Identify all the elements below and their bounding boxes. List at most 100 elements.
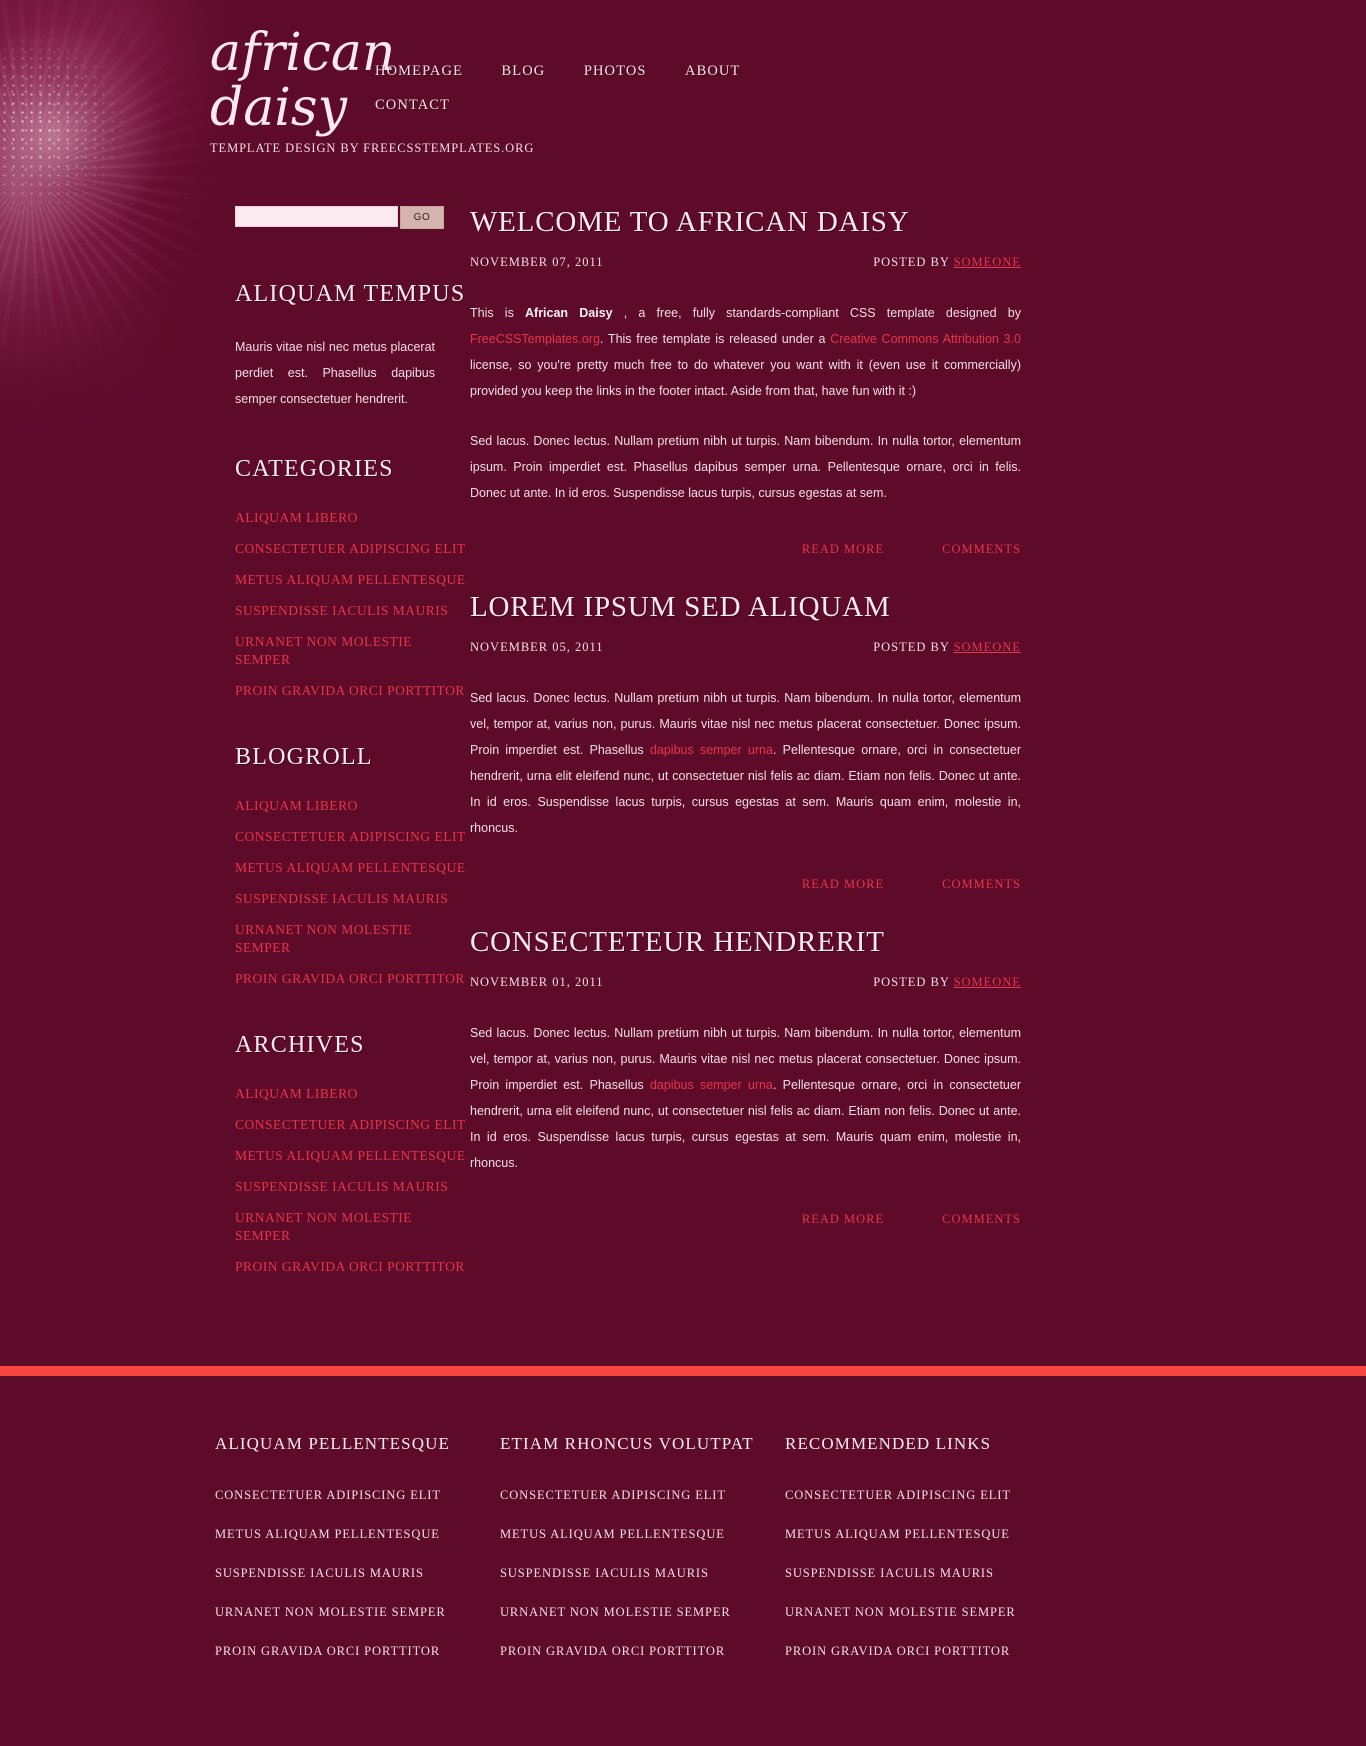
footer-link[interactable]: Consectetuer adipiscing elit [215,1488,441,1502]
footer-link[interactable]: Suspendisse iaculis mauris [785,1566,994,1580]
post-meta: November 07, 2011 Posted by Someone [470,255,1021,270]
footer-link[interactable]: Proin gravida orci porttitor [215,1644,440,1658]
blogroll-link[interactable]: Proin gravida orci porttitor [235,971,465,986]
footer-link[interactable]: Suspendisse iaculis mauris [500,1566,709,1580]
footer-heading: Aliquam Pellentesque [215,1434,450,1454]
list-item: Aliquam libero [235,509,470,527]
list-item: Metus aliquam pellentesque [235,859,470,877]
main-content: Welcome to African Daisy November 07, 20… [470,206,1366,1320]
list-item: Aliquam libero [235,797,470,815]
footer-link[interactable]: Suspendisse iaculis mauris [215,1566,424,1580]
site-logo[interactable]: african daisy [210,26,395,135]
footer-link[interactable]: Metus aliquam pellentesque [215,1527,440,1541]
footer-link[interactable]: Proin gravida orci porttitor [785,1644,1010,1658]
archive-link[interactable]: Suspendisse iaculis mauris [235,1179,448,1194]
comments-link[interactable]: Comments [942,1212,1021,1227]
footer-link-list: Consectetuer adipiscing elit Metus aliqu… [215,1486,500,1660]
creative-commons-link[interactable]: Creative Commons Attribution 3.0 [830,332,1021,346]
footer-link[interactable]: Urnanet non molestie semper [500,1605,731,1619]
archive-link[interactable]: Consectetuer adipiscing elit [235,1117,466,1132]
post-actions: Read more Comments [470,877,1021,892]
footer-column-aliquam: Aliquam Pellentesque Consectetuer adipis… [215,1434,500,1681]
archive-link[interactable]: Proin gravida orci porttitor [235,1259,465,1274]
post-body: Sed lacus. Donec lectus. Nullam pretium … [470,685,1021,841]
comments-link[interactable]: Comments [942,542,1021,557]
text-fragment: This is [470,306,525,321]
search-go-button[interactable]: GO [400,206,444,230]
main-navigation: Homepage Blog Photos About Contact [375,26,1366,130]
blogroll-link[interactable]: Urnanet non molestie semper [235,922,412,955]
blogroll-link[interactable]: Consectetuer adipiscing elit [235,829,466,844]
footer-link[interactable]: Consectetuer adipiscing elit [785,1488,1011,1502]
archive-link[interactable]: Metus aliquam pellentesque [235,1148,466,1163]
nav-link-contact[interactable]: Contact [375,97,450,113]
category-link[interactable]: Consectetuer adipiscing elit [235,541,466,556]
text-fragment: , a free, fully standards-compliant CSS … [612,306,1021,321]
sidebar-block-categories: Categories Aliquam libero Consectetuer a… [235,456,470,700]
category-link[interactable]: Proin gravida orci porttitor [235,683,465,698]
post-consecteteur: Consecteteur Hendrerit November 01, 2011… [470,926,1021,1227]
list-item: Consectetuer adipiscing elit [235,828,470,846]
list-item: Urnanet non molestie semper [500,1603,785,1621]
post-actions: Read more Comments [470,1212,1021,1227]
post-author-link[interactable]: Someone [954,640,1021,654]
footer-column-etiam: Etiam Rhoncus Volutpat Consectetuer adip… [500,1434,785,1681]
nav-link-about[interactable]: About [685,63,740,79]
nav-link-photos[interactable]: Photos [584,63,647,79]
post-author-line: Posted by Someone [873,640,1021,655]
footer-link[interactable]: Consectetuer adipiscing elit [500,1488,726,1502]
footer-link[interactable]: Urnanet non molestie semper [215,1605,446,1619]
categories-list: Aliquam libero Consectetuer adipiscing e… [235,509,470,700]
post-title[interactable]: Lorem Ipsum Sed Aliquam [470,591,1021,624]
posted-by-label: Posted by [873,975,950,990]
post-author-link[interactable]: Someone [954,975,1021,989]
post-body: Sed lacus. Donec lectus. Nullam pretium … [470,1020,1021,1176]
footer-link[interactable]: Metus aliquam pellentesque [785,1527,1010,1541]
text-fragment: license, so you're pretty much free to d… [470,358,1021,399]
blogroll-link[interactable]: Suspendisse iaculis mauris [235,891,448,906]
footer-heading: Recommended Links [785,1434,992,1454]
nav-item: Blog [501,62,545,80]
archive-link[interactable]: Urnanet non molestie semper [235,1210,412,1243]
footer-link[interactable]: Urnanet non molestie semper [785,1605,1016,1619]
dapibus-link[interactable]: dapibus semper urna [650,1078,773,1092]
sidebar-heading: Aliquam Tempus [235,281,466,308]
list-item: Metus aliquam pellentesque [500,1525,785,1543]
category-link[interactable]: Urnanet non molestie semper [235,634,412,667]
list-item: Metus aliquam pellentesque [785,1525,1070,1543]
nav-link-homepage[interactable]: Homepage [375,63,463,79]
footer-link-list: Consectetuer adipiscing elit Metus aliqu… [785,1486,1070,1660]
freecsstemplates-link[interactable]: FreeCSSTemplates.org [470,332,600,346]
read-more-link[interactable]: Read more [802,1212,884,1227]
dapibus-link[interactable]: dapibus semper urna [650,743,773,757]
posted-by-label: Posted by [873,640,950,655]
list-item: Urnanet non molestie semper [235,1209,470,1245]
comments-link[interactable]: Comments [942,877,1021,892]
read-more-link[interactable]: Read more [802,542,884,557]
search-input[interactable] [235,206,398,228]
blogroll-link[interactable]: Metus aliquam pellentesque [235,860,466,875]
footer-link[interactable]: Proin gravida orci porttitor [500,1644,725,1658]
nav-item: About [685,62,740,80]
post-title[interactable]: Consecteteur Hendrerit [470,926,1021,959]
list-item: Suspendisse iaculis mauris [235,602,470,620]
sidebar-heading: Categories [235,456,394,483]
category-link[interactable]: Aliquam libero [235,510,358,525]
post-meta: November 05, 2011 Posted by Someone [470,640,1021,655]
category-link[interactable]: Metus aliquam pellentesque [235,572,466,587]
post-title[interactable]: Welcome to African Daisy [470,206,1021,239]
read-more-link[interactable]: Read more [802,877,884,892]
category-link[interactable]: Suspendisse iaculis mauris [235,603,448,618]
blogroll-link[interactable]: Aliquam libero [235,798,358,813]
list-item: Consectetuer adipiscing elit [235,1116,470,1134]
nav-link-blog[interactable]: Blog [501,63,545,79]
list-item: Suspendisse iaculis mauris [785,1564,1070,1582]
page-root: african daisy Template design by FreeCSS… [0,0,1366,1746]
nav-item: Photos [584,62,647,80]
archive-link[interactable]: Aliquam libero [235,1086,358,1101]
list-item: Urnanet non molestie semper [215,1603,500,1621]
blogroll-list: Aliquam libero Consectetuer adipiscing e… [235,797,470,988]
footer-link[interactable]: Metus aliquam pellentesque [500,1527,725,1541]
search-form: GO [235,206,470,230]
post-author-link[interactable]: Someone [954,255,1021,269]
